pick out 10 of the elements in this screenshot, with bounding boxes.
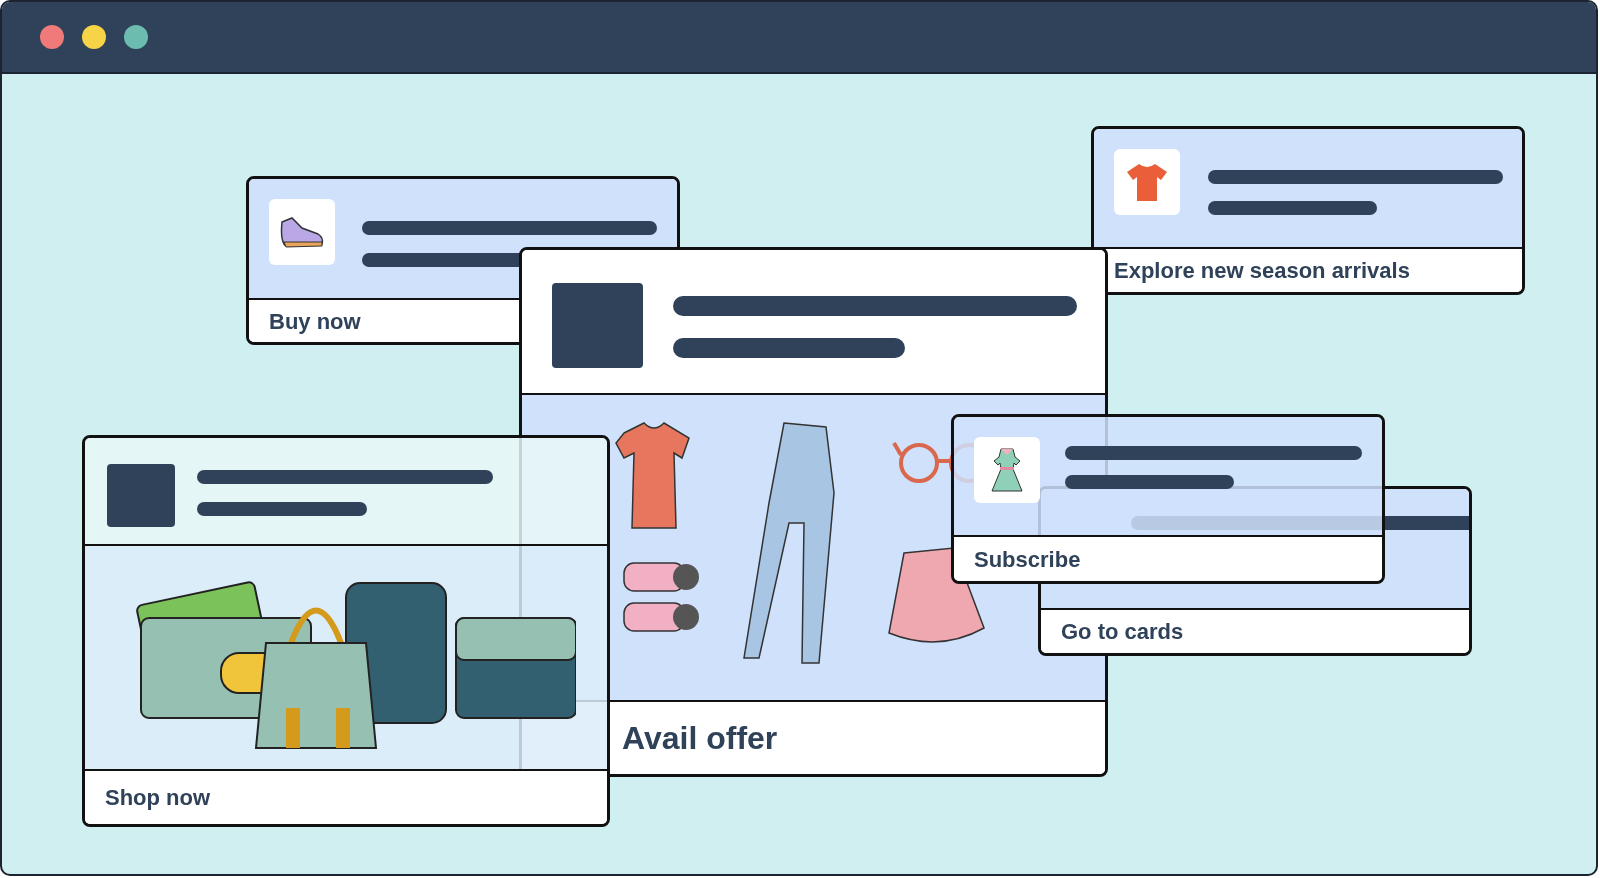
card-action-text[interactable]: Explore new season arrivals xyxy=(1114,254,1410,287)
sneaker-icon xyxy=(278,214,326,250)
card-action-text[interactable]: Subscribe xyxy=(974,542,1081,576)
card-action-text[interactable]: Avail offer xyxy=(622,714,778,762)
t-shirt-icon xyxy=(1126,162,1168,202)
card-action-text[interactable]: Shop now xyxy=(105,781,211,814)
image-placeholder xyxy=(107,464,175,527)
card-action-text[interactable]: Go to cards xyxy=(1061,615,1184,648)
dress-icon xyxy=(990,447,1024,493)
card-action-text[interactable]: Buy now xyxy=(269,304,361,338)
